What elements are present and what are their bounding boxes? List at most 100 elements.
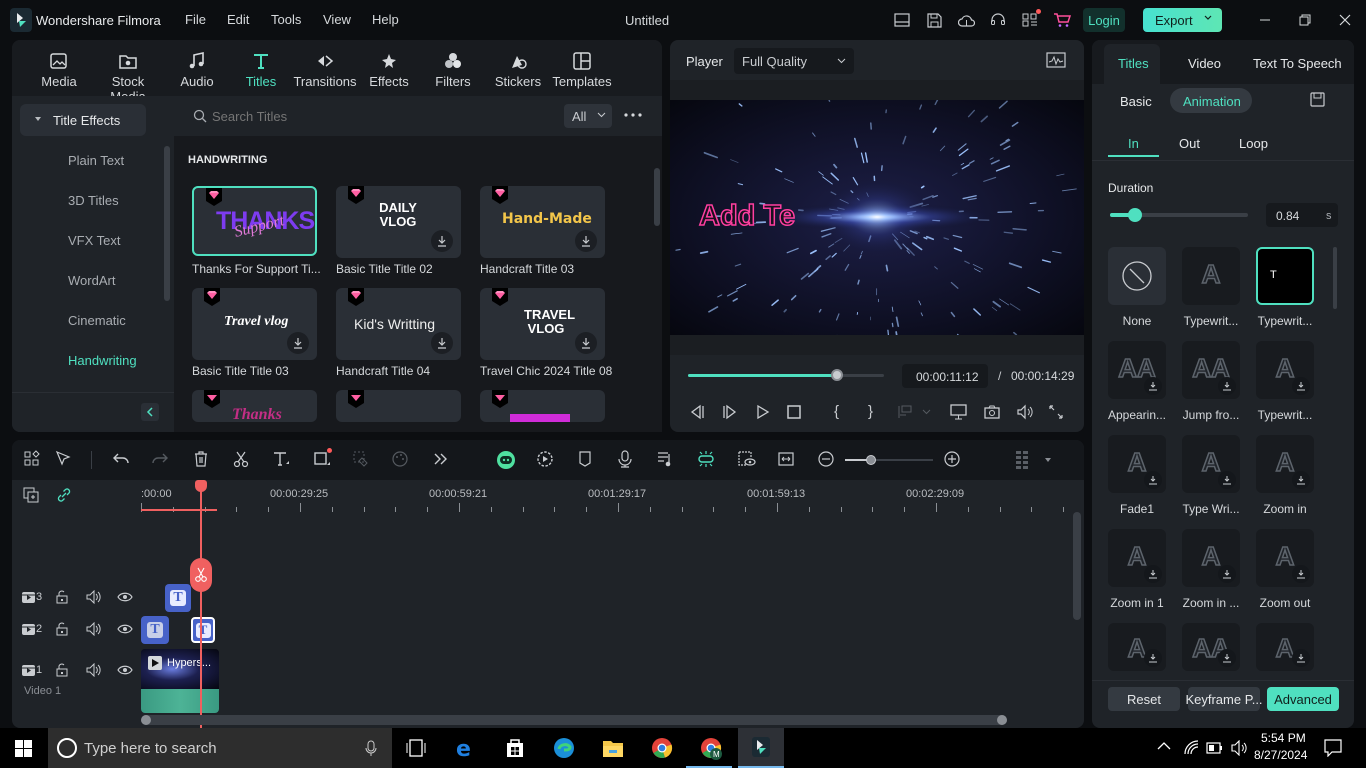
video-clip[interactable]: Hypers... (141, 649, 219, 713)
animation-preset[interactable]: A (1182, 247, 1240, 305)
mark-out-icon[interactable]: } (868, 403, 873, 420)
task-view-icon[interactable] (406, 738, 426, 758)
category-plain-text[interactable]: Plain Text (68, 153, 124, 168)
marker-icon[interactable] (576, 450, 596, 470)
clock-time[interactable]: 5:54 PM (1261, 731, 1306, 745)
collapse-sidebar-button[interactable] (141, 403, 159, 421)
snap-magnet-icon[interactable] (696, 450, 716, 470)
menu-view[interactable]: View (323, 12, 351, 27)
overlay-title-text[interactable]: Add Te (698, 199, 796, 233)
timeline-horizontal-scrollbar[interactable] (141, 715, 1007, 725)
anim-tab-in[interactable]: In (1128, 136, 1139, 151)
animation-preset[interactable]: A (1108, 623, 1166, 671)
tab-titles[interactable]: Titles (1104, 44, 1160, 84)
animation-preset[interactable]: A (1256, 529, 1314, 587)
anim-tab-out[interactable]: Out (1179, 136, 1200, 151)
chrome-icon[interactable] (651, 737, 673, 759)
download-icon[interactable] (431, 230, 453, 252)
animation-scrollbar[interactable] (1333, 247, 1337, 309)
snapshot-icon[interactable] (984, 404, 1000, 420)
quality-dropdown[interactable]: Full Quality (734, 48, 854, 74)
nav-filters[interactable]: Filters (418, 52, 488, 89)
animation-preset[interactable]: A (1182, 529, 1240, 587)
nav-transitions[interactable]: Transitions (290, 52, 360, 89)
playback-scrubber[interactable] (688, 369, 884, 381)
select-tool-icon[interactable] (55, 450, 75, 470)
show-hidden-icons-icon[interactable] (1157, 741, 1171, 751)
auto-highlight-icon[interactable] (536, 450, 556, 470)
zoom-out-icon[interactable] (817, 450, 837, 470)
track-layout-icon[interactable] (1014, 450, 1034, 470)
download-icon[interactable] (1144, 565, 1162, 583)
title-card-travel-chic-08[interactable]: TRAVEL VLOG (480, 288, 605, 360)
lock-icon[interactable] (55, 663, 69, 677)
export-button[interactable]: Export (1143, 8, 1222, 32)
download-icon[interactable] (1144, 471, 1162, 489)
tab-text-to-speech[interactable]: Text To Speech (1253, 56, 1342, 71)
title-card-thanks-support[interactable]: THANKS Support (192, 186, 317, 256)
title-card-handcraft-04[interactable]: Kid's Writting (336, 288, 461, 360)
previous-frame-icon[interactable] (689, 404, 705, 420)
taskbar-search-box[interactable]: Type here to search (48, 728, 392, 768)
category-cinematic[interactable]: Cinematic (68, 313, 126, 328)
download-icon[interactable] (1218, 471, 1236, 489)
keyframe-panel-button[interactable]: Keyframe P... (1185, 687, 1263, 711)
file-explorer-icon[interactable] (602, 738, 624, 758)
close-icon[interactable] (1337, 12, 1353, 28)
cloud-upload-icon[interactable] (957, 11, 975, 29)
delete-icon[interactable] (192, 450, 212, 470)
download-icon[interactable] (1292, 377, 1310, 395)
login-button[interactable]: Login (1083, 8, 1125, 32)
split-scissors-icon[interactable] (232, 450, 252, 470)
animation-preset[interactable]: AA (1182, 341, 1240, 399)
download-icon[interactable] (1292, 649, 1310, 667)
title-clip-track2-a[interactable]: T (141, 616, 169, 644)
lock-icon[interactable] (55, 622, 69, 636)
download-icon[interactable] (575, 230, 597, 252)
menu-edit[interactable]: Edit (227, 12, 249, 27)
waveform-scope-icon[interactable] (1046, 52, 1066, 68)
current-time-field[interactable]: 00:00:11:12 (902, 364, 988, 388)
track-audio-icon[interactable] (86, 590, 102, 604)
microsoft-store-icon[interactable] (505, 737, 525, 759)
filmora-taskbar-button[interactable] (738, 728, 784, 768)
animation-preset[interactable]: A (1108, 435, 1166, 493)
category-3d-titles[interactable]: 3D Titles (68, 193, 119, 208)
lock-icon[interactable] (55, 590, 69, 604)
nav-stickers[interactable]: Stickers (483, 52, 553, 89)
search-titles-input[interactable] (212, 106, 542, 126)
anim-tab-loop[interactable]: Loop (1239, 136, 1268, 151)
animation-preset[interactable]: A (1256, 623, 1314, 671)
grid-scrollbar[interactable] (654, 168, 660, 226)
fullscreen-icon[interactable] (1048, 404, 1064, 420)
download-icon[interactable] (1144, 377, 1162, 395)
category-handwriting[interactable]: Handwriting (68, 353, 137, 368)
download-icon[interactable] (1218, 649, 1236, 667)
video-preview[interactable]: Add Te (670, 100, 1084, 335)
chrome-profile-icon[interactable]: M (700, 737, 724, 761)
volume-icon[interactable] (1016, 404, 1034, 420)
download-icon[interactable] (1218, 377, 1236, 395)
cart-icon[interactable] (1053, 11, 1071, 29)
layout-icon[interactable] (893, 11, 911, 29)
title-clip-track3[interactable]: T (165, 584, 191, 612)
speaker-icon[interactable] (1230, 740, 1248, 756)
visibility-eye-icon[interactable] (117, 591, 133, 603)
scrollbar-handle-left[interactable] (141, 715, 151, 725)
download-icon[interactable] (431, 332, 453, 354)
reset-button[interactable]: Reset (1108, 687, 1180, 711)
title-effects-header[interactable]: Title Effects (20, 104, 146, 136)
stop-icon[interactable] (786, 404, 802, 420)
playhead-handle[interactable] (195, 480, 207, 492)
nav-media[interactable]: Media (24, 52, 94, 89)
category-scrollbar[interactable] (164, 146, 170, 301)
advanced-button[interactable]: Advanced (1267, 687, 1339, 711)
minimize-icon[interactable] (1257, 12, 1273, 28)
caret-down-icon[interactable] (1044, 457, 1052, 463)
crop-icon[interactable] (313, 450, 333, 470)
preview-render-icon[interactable] (736, 450, 756, 470)
menu-help[interactable]: Help (372, 12, 399, 27)
duration-slider[interactable] (1110, 208, 1248, 222)
track-audio-icon[interactable] (86, 663, 102, 677)
title-clip-track2-b-selected[interactable]: T (191, 617, 215, 643)
